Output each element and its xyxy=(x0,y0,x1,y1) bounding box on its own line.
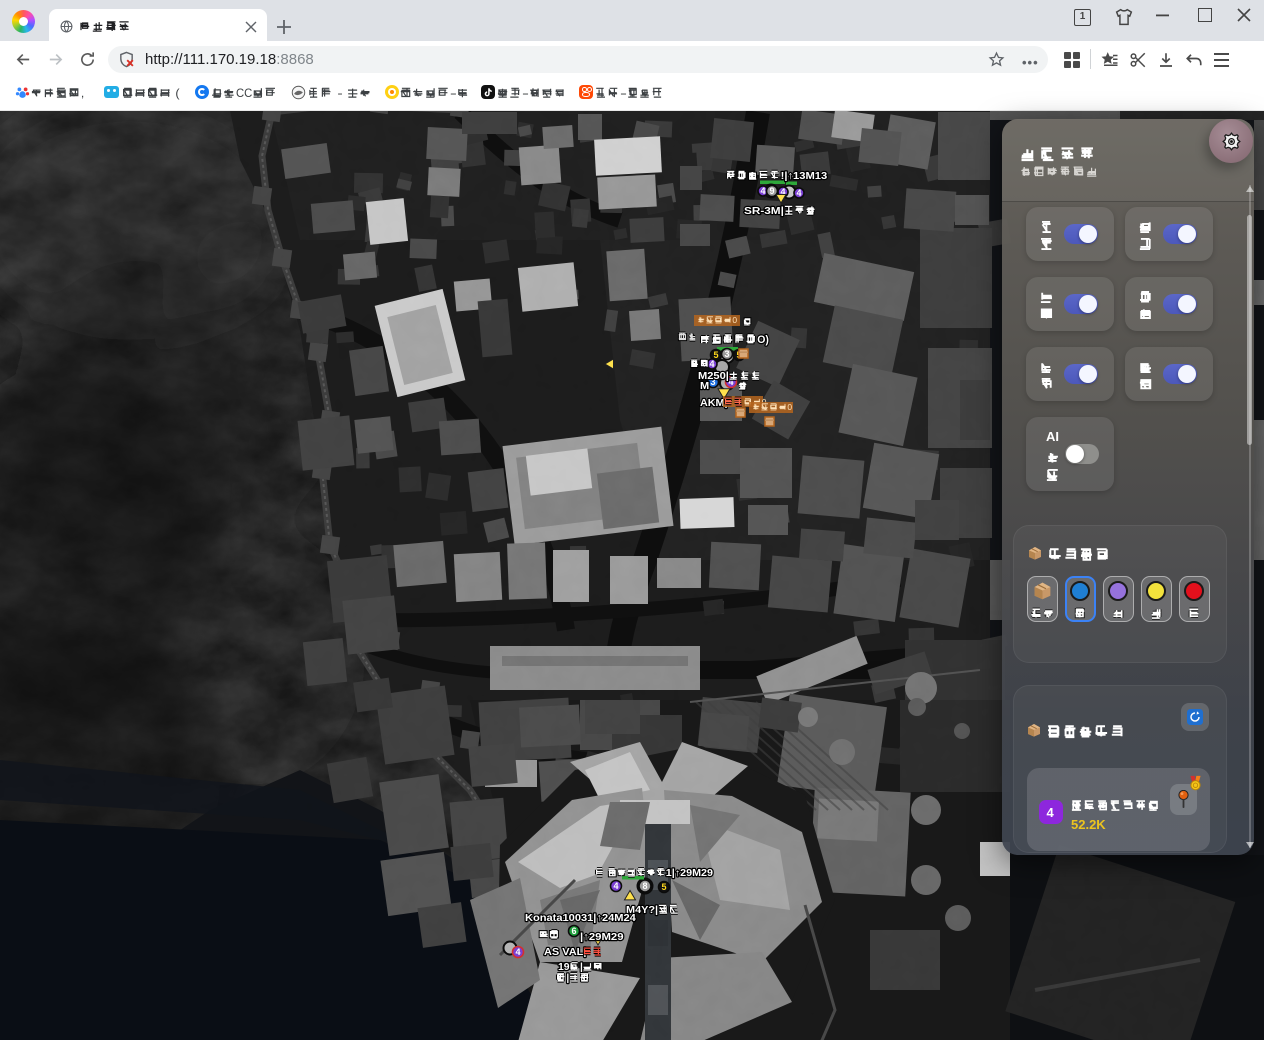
svg-text:4: 4 xyxy=(709,359,714,369)
svg-text:5: 5 xyxy=(661,882,666,892)
svg-text:3: 3 xyxy=(710,377,715,387)
svg-text:4: 4 xyxy=(613,881,618,891)
svg-text:4: 4 xyxy=(760,186,765,196)
svg-text:3: 3 xyxy=(724,349,729,359)
svg-text:8: 8 xyxy=(642,881,647,891)
svg-text:9: 9 xyxy=(769,186,774,196)
svg-text:4: 4 xyxy=(515,947,520,957)
svg-text:6: 6 xyxy=(571,926,576,936)
svg-text:4: 4 xyxy=(796,188,801,198)
svg-text:4: 4 xyxy=(728,377,733,387)
